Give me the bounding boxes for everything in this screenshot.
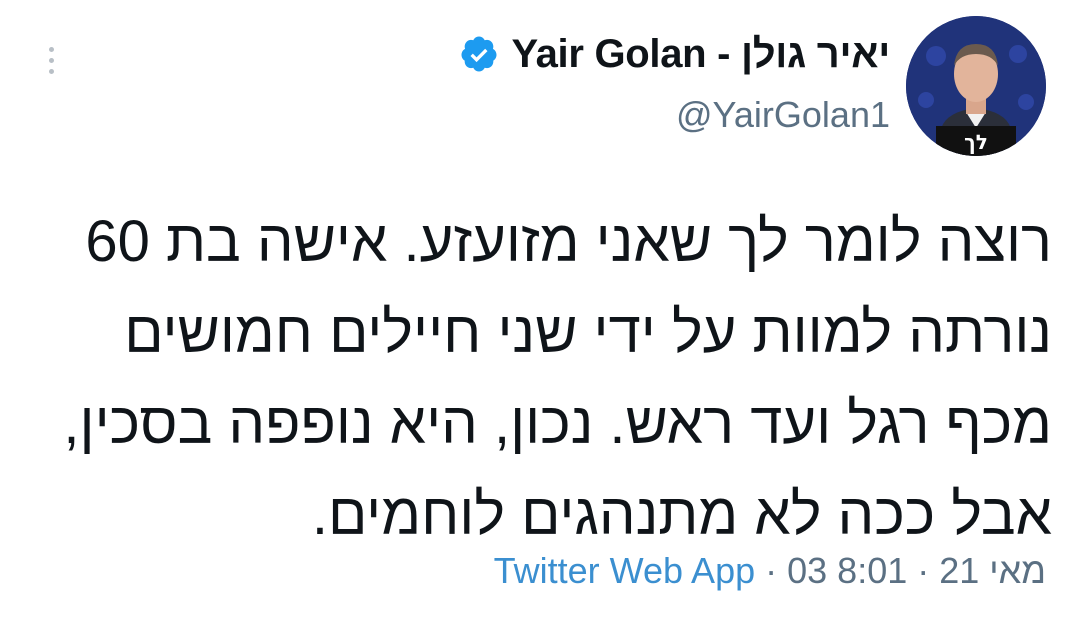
tweet-text-line: אבל ככה לא מתנהגים לוחמים. [311, 482, 1052, 547]
tweet-text-line: מכף רגל ועד ראש. נכון, היא נופפה בסכין, [63, 391, 1052, 456]
verified-badge-icon [461, 36, 497, 72]
avatar-image: לך [906, 16, 1046, 156]
tweet-time[interactable]: 8:01 [837, 550, 907, 591]
more-dot [48, 57, 54, 63]
author-handle[interactable]: @YairGolan1 [676, 94, 890, 136]
avatar-badge-text: לך [964, 130, 988, 154]
more-dot [48, 68, 54, 74]
author-header: Yair Golan - יאיר גולן [459, 26, 890, 82]
author-display-name[interactable]: Yair Golan - יאיר גולן [511, 32, 890, 77]
tweet-source-link[interactable]: Twitter Web App [494, 550, 755, 591]
more-options-icon[interactable] [36, 38, 66, 82]
meta-separator: · [907, 550, 940, 591]
more-dot [48, 46, 54, 52]
tweet-card: לך Yair Golan - יאיר גולן @YairGolan1 רו… [0, 0, 1080, 639]
tweet-text: רוצה לומר לך שאני מזועזע. אישה בת 60 נור… [52, 196, 1052, 560]
meta-separator: · [755, 550, 788, 591]
tweet-meta: Twitter Web App · 03 מאי 21 · 8:01 [494, 550, 1046, 592]
tweet-text-line: נורתה למוות על ידי שני חיילים חמושים [124, 300, 1052, 365]
avatar[interactable]: לך [906, 16, 1046, 156]
tweet-text-line: רוצה לומר לך שאני מזועזע. אישה בת 60 [85, 209, 1052, 274]
